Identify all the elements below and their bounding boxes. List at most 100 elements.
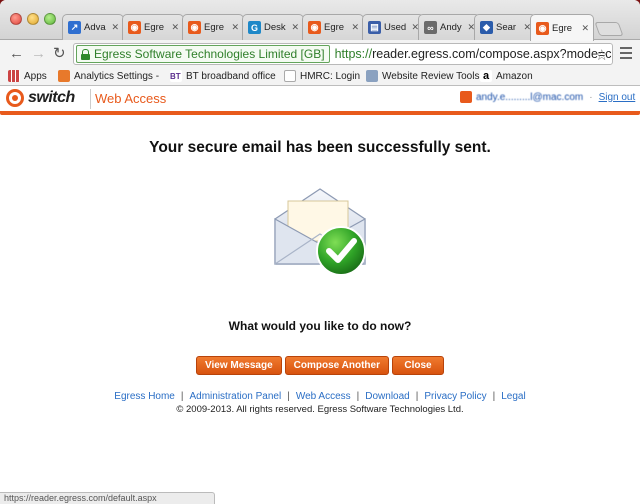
browser-tab[interactable]: ◆ Sear ✕ [474,14,536,40]
forward-arrow-icon[interactable]: → [31,45,46,63]
footer-links: Egress Home | Administration Panel | Web… [0,391,640,402]
amazon-icon: a [480,70,492,82]
bookmark-hmrc[interactable]: HMRC: Login [284,70,360,82]
status-bar-url: https://reader.egress.com/default.aspx [0,492,215,504]
web-page: switch Web Access andy.e.........l@mac.c… [0,87,640,495]
bookmark-label: HMRC: Login [300,70,361,82]
reload-icon[interactable]: ↻ [53,45,66,63]
separator: · [589,91,593,103]
copyright-text: © 2009-2013. All rights reserved. Egress… [176,404,464,415]
tab-label: Adva [84,22,106,33]
tab-label: Egre [324,22,345,33]
browser-menu-icon[interactable] [620,47,632,62]
footer-separator: | [287,391,290,402]
tab-label: Sear [496,22,517,33]
footer-link-privacy-policy[interactable]: Privacy Policy [424,391,486,402]
bookmark-star-icon[interactable]: ☆ [595,46,608,64]
zoom-window-icon[interactable] [44,13,56,25]
footer-separator: | [180,391,184,402]
ev-badge-label: Egress Software Technologies Limited [GB… [94,47,325,61]
browser-toolbar: ← → ↻ Egress Software Technologies Limit… [0,40,640,68]
minimize-window-icon[interactable] [27,13,39,25]
egress-icon: ◉ [128,21,141,34]
switch-logo[interactable]: switch [6,89,75,107]
bookmark-label: Amazon [496,70,533,82]
close-tab-icon[interactable]: ✕ [581,23,589,34]
apps-grid-icon [8,70,20,82]
tab-label: Desk [264,22,286,33]
action-buttons: View Message Compose Another Close [0,356,640,375]
browser-tab[interactable]: ◉ Egre ✕ [302,14,364,40]
user-email[interactable]: andy.e.........l@mac.com [476,92,583,103]
tab-strip: ↗ Adva ✕ ◉ Egre ✕ ◉ Egre ✕ G Desk ✕ ◉ Eg… [0,0,640,41]
bookmark-bt[interactable]: BT BT broadband office [170,70,276,82]
close-tab-icon[interactable]: ✕ [291,22,299,33]
header-accent-bar [0,111,640,115]
compose-another-button[interactable]: Compose Another [284,356,389,375]
browser-tab[interactable]: ▤ Used ✕ [362,14,424,40]
back-arrow-icon[interactable]: ← [9,45,24,63]
footer-link-admin-panel[interactable]: Administration Panel [189,391,281,402]
bt-icon: BT [170,70,182,82]
browser-tab[interactable]: G Desk ✕ [242,14,304,40]
footer-link-web-access[interactable]: Web Access [296,391,351,402]
bookmark-amazon[interactable]: a Amazon [480,70,533,82]
tab-label: Andy [440,22,462,33]
footer-separator: | [356,391,360,402]
close-tab-icon[interactable]: ✕ [171,22,179,33]
user-area: andy.e.........l@mac.com · Sign out [460,91,635,103]
close-tab-icon[interactable]: ✕ [351,22,359,33]
google-analytics-icon: ↗ [68,21,81,34]
close-window-icon[interactable] [10,13,22,25]
bookmark-label: Analytics Settings - [74,70,160,82]
close-tab-icon[interactable]: ✕ [231,22,239,33]
url-scheme: https:// [334,47,373,61]
next-step-question: What would you like to do now? [228,319,412,333]
bookmark-analytics[interactable]: Analytics Settings - [58,70,159,82]
tab-label: Egre [204,22,225,33]
page-icon [284,70,296,82]
url-text[interactable]: https://reader.egress.com/compose.aspx?m… [334,47,613,61]
browser-tab[interactable]: ◉ Egre ✕ [182,14,244,40]
url-path: reader.egress.com/compose.aspx?mode=c... [372,47,613,61]
desk-icon: G [248,21,261,34]
browser-tab[interactable]: ◉ Egre ✕ [122,14,184,40]
footer-separator: | [492,391,496,402]
footer-separator: | [415,391,419,402]
new-tab-button[interactable] [594,22,624,36]
folder-icon [366,70,378,82]
logo-text: switch [28,89,75,106]
egress-icon: ◉ [188,21,201,34]
sent-envelope-icon [274,188,366,276]
browser-window: ↗ Adva ✕ ◉ Egre ✕ ◉ Egre ✕ G Desk ✕ ◉ Eg… [0,0,640,504]
app-header: switch Web Access andy.e.........l@mac.c… [0,87,640,111]
view-message-button[interactable]: View Message [196,356,282,375]
footer-link-download[interactable]: Download [365,391,409,402]
browser-tab-active[interactable]: ◉ Egre ✕ [530,14,594,41]
lock-icon [81,48,90,60]
tab-label: Used [384,22,407,33]
footer-link-egress-home[interactable]: Egress Home [114,391,175,402]
ev-certificate-badge[interactable]: Egress Software Technologies Limited [GB… [76,45,330,63]
document-icon: ▤ [368,21,381,34]
sign-out-link[interactable]: Sign out [599,92,636,103]
egress-icon: ◉ [308,21,321,34]
app-title: Web Access [95,91,167,106]
tab-label: Egre [144,22,165,33]
bookmark-label: BT broadband office [186,70,276,82]
success-heading: Your secure email has been successfully … [149,139,491,156]
bookmarks-bar: Apps Analytics Settings - BT BT broadban… [0,68,640,86]
browser-tab[interactable]: ↗ Adva ✕ [62,14,124,40]
bookmark-label: Website Review Tools [382,70,480,82]
bookmark-apps[interactable]: Apps [8,70,47,82]
tripadvisor-icon: ∞ [424,21,437,34]
address-bar[interactable]: Egress Software Technologies Limited [GB… [73,43,613,65]
bookmark-folder-review-tools[interactable]: Website Review Tools [366,70,479,82]
browser-tab[interactable]: ∞ Andy ✕ [418,14,480,40]
close-button[interactable]: Close [391,356,444,375]
close-tab-icon[interactable]: ✕ [111,22,119,33]
footer-link-legal[interactable]: Legal [501,391,525,402]
analytics-icon [58,70,70,82]
tab-label: Egre [552,22,573,34]
header-divider [90,89,91,109]
